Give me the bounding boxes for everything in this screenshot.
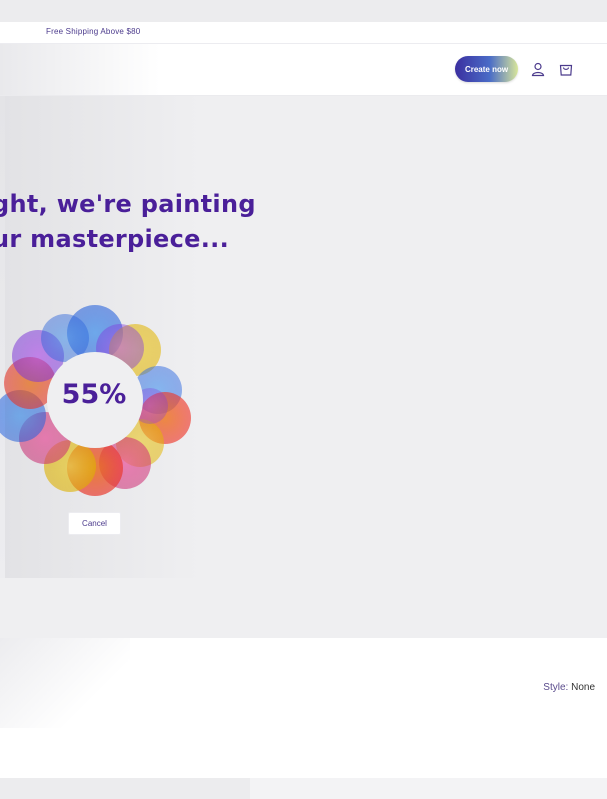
site-header: Create now	[0, 44, 607, 96]
create-now-button[interactable]: Create now	[455, 56, 518, 82]
progress-hero: ght, we're painting ur masterpiece... 55…	[0, 96, 607, 638]
style-option-value: None	[571, 682, 595, 693]
style-option-label: Style:	[543, 682, 569, 693]
bottom-strip-right	[250, 778, 607, 799]
header-fade	[0, 44, 160, 95]
hero-headline: ght, we're painting ur masterpiece...	[0, 187, 292, 257]
style-option: Style: None	[543, 682, 595, 693]
headline-line-2: ur masterpiece...	[0, 225, 229, 253]
announcement-text: Free Shipping Above $80	[46, 27, 141, 36]
top-strip	[0, 0, 607, 22]
section-fade	[0, 638, 130, 728]
account-icon[interactable]	[530, 61, 546, 77]
cart-icon[interactable]	[558, 61, 574, 77]
cancel-button[interactable]: Cancel	[68, 512, 121, 535]
progress-percentage: 55%	[61, 379, 127, 410]
bottom-strip	[0, 778, 607, 799]
headline-line-1: ght, we're painting	[0, 190, 256, 218]
announcement-bar: Free Shipping Above $80	[0, 22, 607, 44]
product-options-section: Style: None	[0, 638, 607, 778]
